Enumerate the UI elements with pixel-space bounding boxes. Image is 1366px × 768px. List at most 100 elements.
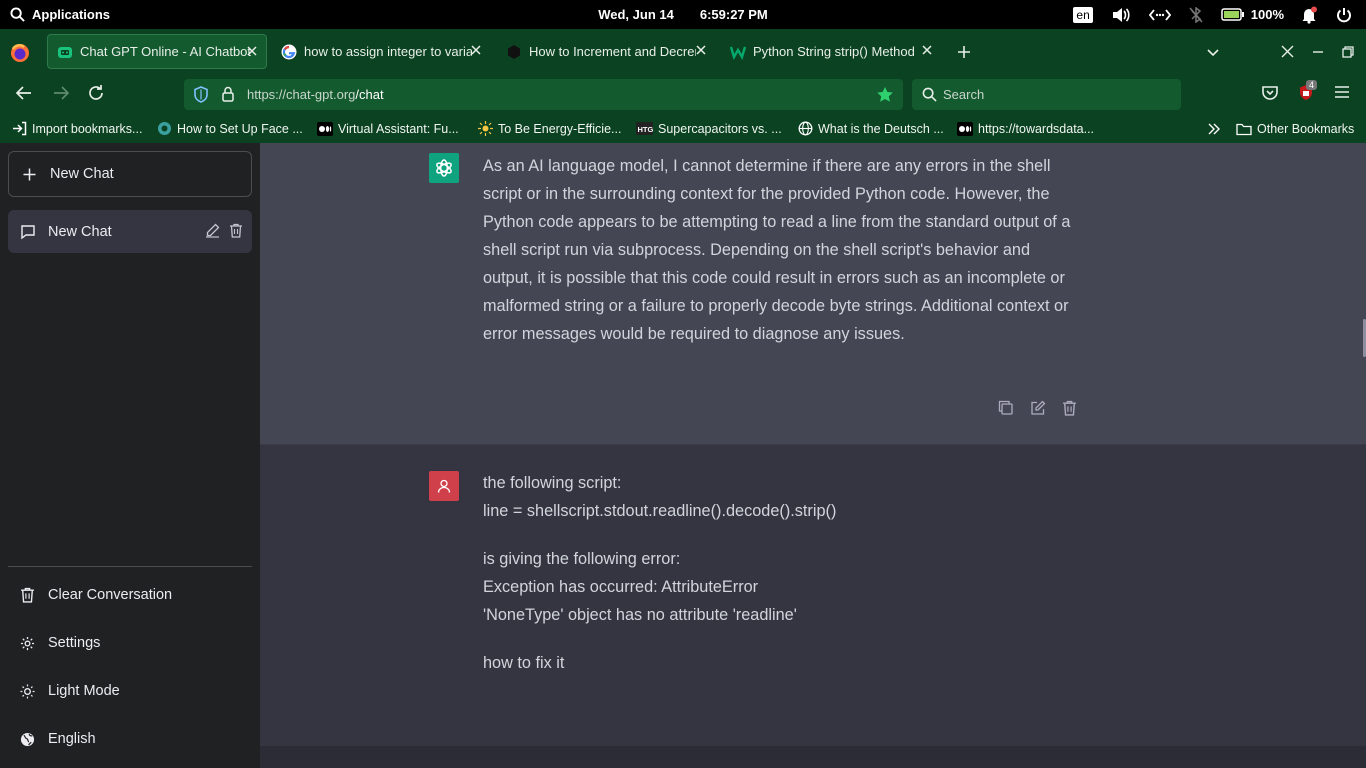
hexagon-favicon-icon [506, 44, 522, 60]
bookmark-supercapacitors[interactable]: HTG Supercapacitors vs. ... [636, 114, 782, 143]
applications-menu[interactable]: Applications [10, 0, 110, 29]
tracking-protection-shield-icon[interactable] [193, 86, 209, 103]
hamburger-icon [1335, 86, 1349, 98]
chatbot-favicon-icon [57, 44, 73, 60]
settings-button[interactable]: Settings [8, 623, 252, 663]
power-icon[interactable] [1336, 7, 1352, 23]
close-tab-icon[interactable] [921, 44, 933, 56]
network-icon[interactable] [1148, 8, 1171, 22]
address-bar[interactable]: https://chat-gpt.org/chat [184, 79, 903, 110]
language-selector[interactable]: English [8, 719, 252, 759]
reload-icon [89, 85, 103, 100]
keyboard-layout[interactable]: en [1073, 6, 1093, 23]
bookmark-face-id[interactable]: How to Set Up Face ... [157, 114, 303, 143]
edit-chat-icon[interactable] [205, 223, 220, 238]
bookmark-label: How to Set Up Face ... [177, 121, 303, 136]
new-tab-button[interactable] [956, 29, 972, 74]
search-field[interactable]: Search [912, 79, 1181, 110]
search-icon [922, 87, 937, 102]
date-label: Wed, Jun 14 [598, 7, 674, 22]
bookmark-deutsch[interactable]: What is the Deutsch ... [798, 114, 944, 143]
plus-icon [22, 167, 37, 182]
url-host: https://chat-gpt.org [247, 87, 356, 102]
close-tab-icon[interactable] [470, 44, 482, 56]
bookmark-energy-efficient[interactable]: To Be Energy-Efficie... [478, 114, 621, 143]
light-mode-toggle[interactable]: Light Mode [8, 671, 252, 711]
tab-title: How to Increment and Decrem [529, 44, 696, 59]
window-close-button[interactable] [1281, 29, 1294, 74]
user-message-line: is giving the following error: [483, 550, 681, 568]
svg-text:HTG: HTG [638, 125, 654, 134]
app-menu-button[interactable] [1334, 84, 1350, 100]
new-chat-label: New Chat [50, 166, 114, 182]
url-text[interactable]: https://chat-gpt.org/chat [247, 87, 384, 102]
bookmark-towardsdata[interactable]: https://towardsdata... [957, 114, 1094, 143]
search-icon [10, 7, 25, 22]
notifications-icon[interactable] [1300, 6, 1318, 24]
message-icon [20, 224, 36, 240]
system-tray[interactable]: en 100% [1073, 0, 1366, 29]
firefox-logo-icon[interactable] [10, 43, 30, 63]
pocket-button[interactable] [1261, 84, 1279, 102]
window-maximize-button[interactable] [1342, 29, 1354, 74]
bookmark-label: To Be Energy-Efficie... [498, 121, 622, 136]
pocket-icon [1262, 86, 1278, 100]
delete-chat-icon[interactable] [229, 223, 243, 238]
bookmark-label: https://towardsdata... [978, 121, 1095, 136]
language-label: English [48, 731, 96, 747]
input-area-edge [260, 746, 1366, 768]
bookmark-label: Import bookmarks... [32, 121, 143, 136]
bluetooth-off-icon[interactable] [1189, 6, 1203, 23]
openai-logo-icon [436, 159, 452, 177]
back-arrow-icon [15, 86, 31, 100]
lock-icon[interactable] [221, 86, 235, 102]
delete-message-icon[interactable] [1062, 400, 1077, 416]
google-favicon-icon [281, 44, 297, 60]
copy-message-icon[interactable] [998, 400, 1013, 415]
forward-button[interactable] [52, 84, 70, 102]
back-button[interactable] [15, 84, 33, 102]
tab-title: Chat GPT Online - AI Chatbot [80, 44, 252, 59]
extension-button[interactable]: 4 [1297, 80, 1318, 102]
sun-icon [20, 683, 35, 699]
bookmark-virtual-assistant[interactable]: Virtual Assistant: Fu... [317, 114, 459, 143]
bookmark-label: Other Bookmarks [1257, 121, 1355, 136]
battery-indicator[interactable]: 100% [1221, 7, 1284, 22]
chat-history-item[interactable]: New Chat [8, 210, 252, 253]
window-minimize-button[interactable] [1312, 29, 1324, 74]
bookmarks-toolbar: Import bookmarks... How to Set Up Face .… [0, 114, 1366, 143]
close-tab-icon[interactable] [246, 45, 258, 57]
chevron-down-icon [1207, 48, 1219, 56]
tab-google-search[interactable]: how to assign integer to varia [272, 34, 490, 69]
plus-icon [958, 45, 970, 58]
other-bookmarks[interactable]: Other Bookmarks [1236, 114, 1354, 143]
assistant-avatar [429, 153, 459, 183]
chat-main-area[interactable]: As an AI language model, I cannot determ… [260, 143, 1366, 768]
tab-python-strip[interactable]: Python String strip() Method [721, 34, 941, 69]
medium-favicon-icon [957, 121, 973, 136]
bookmark-label: Virtual Assistant: Fu... [338, 121, 459, 136]
import-icon [13, 121, 27, 136]
double-chevron-right-icon [1208, 123, 1220, 134]
clear-conversation-button[interactable]: Clear Conversation [8, 575, 252, 615]
chat-sidebar: New Chat New Chat Clear Conversation Set… [0, 143, 260, 768]
battery-icon [1221, 8, 1244, 21]
chat-title: New Chat [48, 223, 112, 240]
tab-chat-gpt[interactable]: Chat GPT Online - AI Chatbot [47, 34, 267, 69]
tab-increment-decrement[interactable]: How to Increment and Decrem [497, 34, 715, 69]
close-tab-icon[interactable] [695, 44, 707, 56]
bookmark-import[interactable]: Import bookmarks... [12, 114, 142, 143]
folder-icon [1236, 123, 1252, 135]
volume-icon[interactable] [1111, 7, 1131, 23]
assistant-message: As an AI language model, I cannot determ… [260, 143, 1366, 445]
forward-arrow-icon [54, 86, 70, 100]
more-bookmarks-button[interactable] [1207, 114, 1221, 143]
bookmark-label: What is the Deutsch ... [818, 121, 944, 136]
reload-button[interactable] [87, 84, 105, 102]
battery-label: 100% [1250, 7, 1284, 22]
bookmark-star-icon[interactable] [876, 86, 894, 103]
edit-message-icon[interactable] [1030, 400, 1046, 416]
list-all-tabs-button[interactable] [1205, 29, 1221, 74]
new-chat-button[interactable]: New Chat [8, 151, 252, 197]
user-message-line: Exception has occurred: AttributeError [483, 578, 759, 596]
